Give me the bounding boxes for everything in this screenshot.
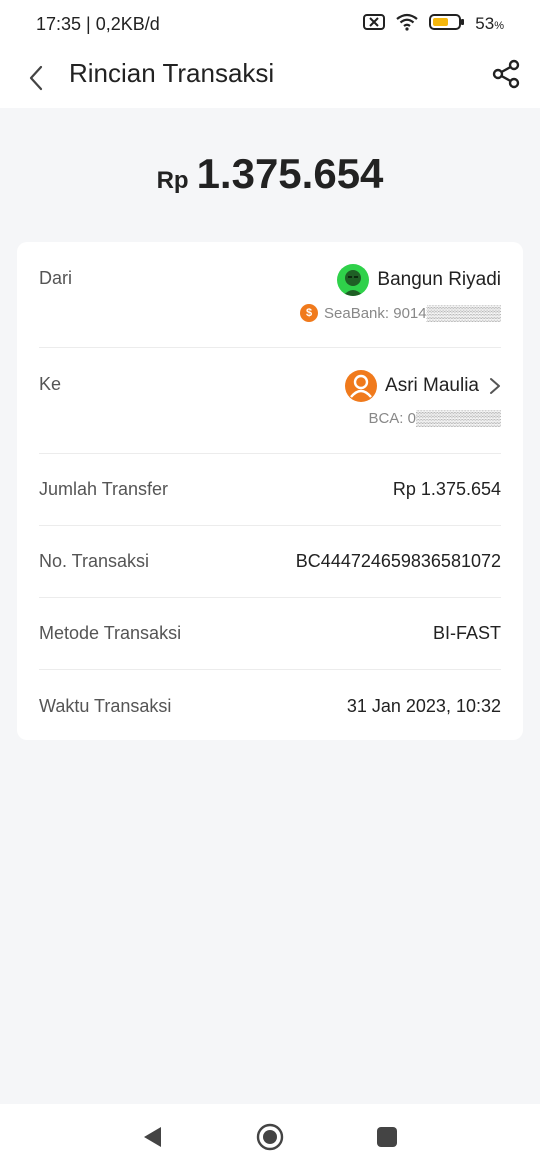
- back-button[interactable]: [22, 60, 50, 96]
- detail-label: Metode Transaksi: [39, 623, 182, 643]
- detail-label: Waktu Transaksi: [39, 695, 172, 716]
- sender-account-text: SeaBank: 9014▒▒▒▒▒▒▒: [324, 304, 501, 322]
- share-icon: [492, 59, 520, 89]
- sender: Bangun Riyadi: [337, 264, 501, 296]
- sender-name: Bangun Riyadi: [377, 269, 501, 290]
- detail-label: No. Transaksi: [39, 551, 150, 571]
- wifi-icon: [395, 13, 419, 36]
- status-time: 17:35 | 0,2KB/d: [36, 13, 160, 34]
- sim-off-icon: [363, 13, 386, 35]
- to-label: Ke: [39, 374, 62, 394]
- recipient[interactable]: Asri Maulia: [345, 370, 501, 402]
- triangle-back-icon: [144, 1127, 161, 1147]
- share-button[interactable]: [490, 58, 522, 90]
- detail-value: 31 Jan 2023, 10:32: [346, 695, 501, 716]
- system-nav-bar: [0, 1104, 540, 1170]
- status-bar: 17:35 | 0,2KB/d 53%: [0, 0, 540, 48]
- battery-percent: 53%: [475, 14, 504, 34]
- amount-value: 1.375.654: [196, 150, 384, 197]
- status-icons: 53%: [363, 13, 504, 36]
- from-label: Dari: [39, 268, 73, 288]
- nav-back-button[interactable]: [137, 1122, 167, 1152]
- detail-value: Rp 1.375.654: [392, 479, 501, 499]
- detail-row: Waktu Transaksi 31 Jan 2023, 10:32: [39, 670, 501, 742]
- to-row[interactable]: Ke Asri Maulia BCA: 0▒▒▒▒▒▒▒▒: [39, 348, 501, 454]
- nav-recents-button[interactable]: [372, 1122, 402, 1152]
- detail-row: No. Transaksi BC444724659836581072: [39, 526, 501, 598]
- detail-value: BI-FAST: [432, 623, 501, 643]
- recipient-name: Asri Maulia: [385, 375, 479, 396]
- total-amount: Rp 1.375.654: [0, 150, 540, 198]
- app-header: Rincian Transaksi: [0, 48, 540, 108]
- sender-account: $ SeaBank: 9014▒▒▒▒▒▒▒: [300, 304, 501, 322]
- battery-suffix: %: [494, 20, 504, 32]
- amount-currency: Rp: [156, 167, 189, 194]
- battery-icon: [429, 13, 465, 36]
- detail-row: Jumlah Transfer Rp 1.375.654: [39, 454, 501, 526]
- seabank-icon: $: [300, 304, 319, 322]
- page-title: Rincian Transaksi: [69, 58, 275, 88]
- nav-home-button[interactable]: [255, 1122, 285, 1152]
- sender-avatar: [337, 264, 370, 296]
- detail-value: BC444724659836581072: [295, 551, 501, 571]
- square-recents-icon: [377, 1127, 397, 1147]
- recipient-account-text: BCA: 0▒▒▒▒▒▒▒▒: [368, 410, 501, 427]
- chevron-left-icon: [29, 65, 43, 91]
- detail-row: Metode Transaksi BI-FAST: [39, 598, 501, 670]
- transaction-detail-card: Dari Bangun Riyadi $ SeaBank: 9014▒▒▒▒▒▒…: [17, 242, 523, 740]
- recipient-account: BCA: 0▒▒▒▒▒▒▒▒: [368, 410, 501, 427]
- chevron-right-icon: [490, 378, 500, 394]
- home-circle-icon: [256, 1123, 284, 1151]
- from-row: Dari Bangun Riyadi $ SeaBank: 9014▒▒▒▒▒▒…: [39, 242, 501, 348]
- battery-value: 53: [475, 14, 495, 33]
- recipient-avatar: [345, 370, 378, 402]
- detail-label: Jumlah Transfer: [39, 479, 169, 499]
